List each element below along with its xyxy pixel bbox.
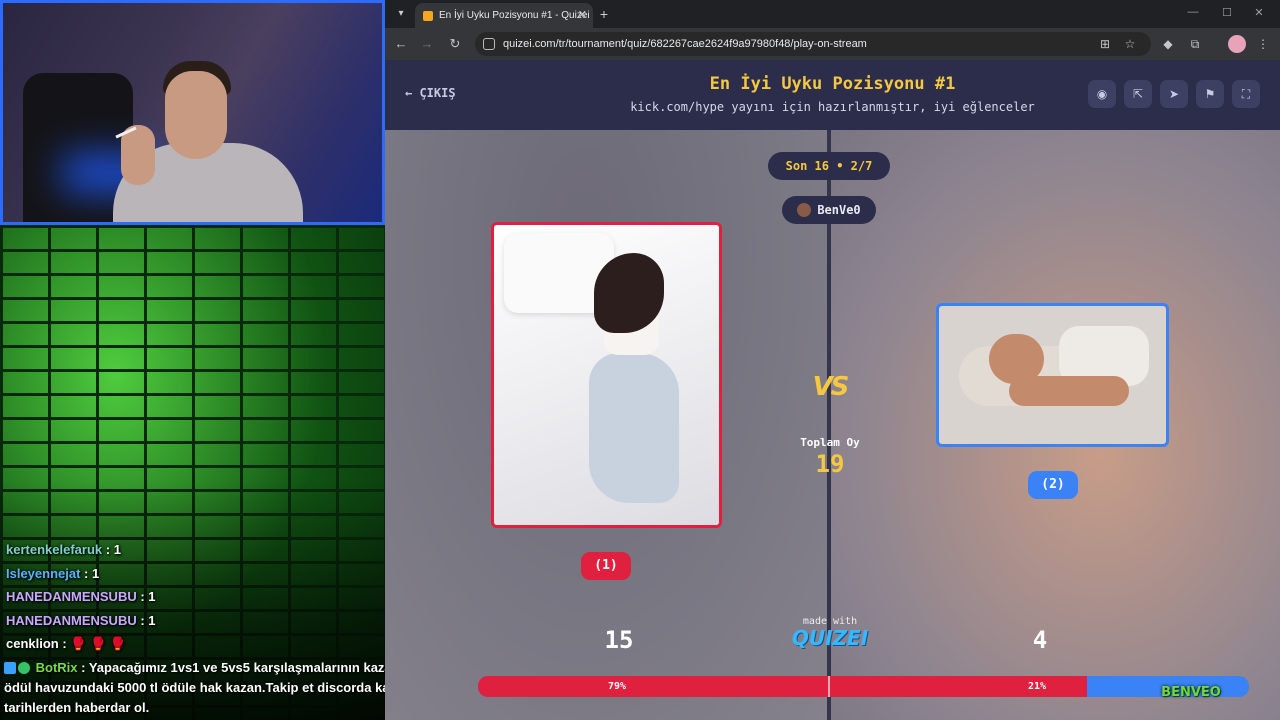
bot-badges bbox=[4, 658, 32, 678]
share-external-icon[interactable]: ⇱ bbox=[1124, 80, 1152, 108]
chat-username: HANEDANMENSUBU bbox=[6, 589, 137, 604]
quizei-logo: QUIZEI bbox=[791, 626, 869, 650]
option-2-percent: 21% bbox=[1028, 681, 1047, 692]
option-1-score: 15 bbox=[604, 626, 634, 654]
chat-username: Isleyennejat bbox=[6, 565, 81, 581]
chat-username: kertenkelefaruk bbox=[6, 542, 103, 557]
chat-username: HANEDANMENSUBU bbox=[6, 612, 137, 628]
new-tab-icon[interactable]: + bbox=[597, 4, 611, 24]
flag-icon[interactable]: ⚑ bbox=[1196, 80, 1224, 108]
browser-window: ▾ En İyi Uyku Pozisyonu #1 - Quizei ✕ + … bbox=[385, 0, 1280, 720]
user-avatar bbox=[797, 203, 812, 217]
total-votes-label: Toplam Oy bbox=[800, 436, 860, 449]
option-1-progress-fill bbox=[478, 676, 1088, 697]
url-text: quizei.com/tr/tournament/quiz/682267cae2… bbox=[503, 38, 867, 50]
vote-progress-bar: 79% 21% bbox=[478, 676, 1249, 697]
close-window-icon[interactable]: ✕ bbox=[1251, 6, 1267, 19]
quiz-page: ← ÇIKIŞ En İyi Uyku Pozisyonu #1 kick.co… bbox=[385, 60, 1280, 720]
progress-midpoint bbox=[828, 676, 830, 697]
fullscreen-icon[interactable]: ⛶ bbox=[1232, 80, 1260, 108]
chat-text: 1 bbox=[113, 542, 121, 557]
option-2-button[interactable]: (2) bbox=[1028, 471, 1078, 499]
eye-icon[interactable]: ◉ bbox=[1088, 80, 1116, 108]
vs-lightning-icon: VS bbox=[812, 372, 850, 402]
extension-diamond-icon[interactable]: ◆ bbox=[1160, 36, 1176, 52]
option-1-percent: 79% bbox=[608, 681, 627, 692]
quiz-header: ← ÇIKIŞ En İyi Uyku Pozisyonu #1 kick.co… bbox=[385, 60, 1280, 130]
tab-bar: ▾ En İyi Uyku Pozisyonu #1 - Quizei ✕ + … bbox=[385, 0, 1280, 28]
chat-separator: : bbox=[136, 612, 149, 628]
chat-separator: : bbox=[80, 565, 92, 581]
minimize-icon[interactable]: — bbox=[1185, 6, 1201, 18]
chat-separator: : bbox=[102, 542, 114, 557]
stream-logo: BENVEO bbox=[1161, 685, 1221, 700]
tab-title: En İyi Uyku Pozisyonu #1 - Quizei bbox=[439, 10, 590, 21]
bookmark-star-icon[interactable]: ☆ bbox=[1122, 36, 1138, 52]
sleeper-head bbox=[989, 334, 1044, 384]
verified-icon bbox=[18, 662, 30, 674]
translate-icon[interactable]: ⊞ bbox=[1097, 36, 1113, 52]
chat-text: 1 bbox=[92, 565, 100, 581]
send-icon[interactable]: ➤ bbox=[1160, 80, 1188, 108]
extensions-puzzle-icon[interactable]: ⧉ bbox=[1187, 36, 1203, 52]
chat-username: cenklion bbox=[6, 636, 59, 651]
total-votes-value: 19 bbox=[815, 450, 845, 478]
sleeper-legs bbox=[589, 353, 679, 503]
chat-separator: : bbox=[58, 636, 71, 651]
browser-tab[interactable]: En İyi Uyku Pozisyonu #1 - Quizei ✕ bbox=[415, 3, 593, 28]
tab-close-icon[interactable]: ✕ bbox=[578, 3, 587, 28]
bot-username: BotRix bbox=[35, 660, 78, 675]
streamer-head bbox=[165, 71, 227, 159]
option-2-score: 4 bbox=[1032, 626, 1048, 654]
browser-toolbar: ← → ↻ quizei.com/tr/tournament/quiz/6822… bbox=[385, 28, 1280, 60]
webcam-feed bbox=[0, 0, 385, 225]
maximize-icon[interactable]: ☐ bbox=[1219, 6, 1235, 19]
option-1-button[interactable]: (1) bbox=[581, 552, 631, 580]
user-badge: BenVe0 bbox=[782, 196, 876, 224]
address-bar[interactable]: quizei.com/tr/tournament/quiz/682267cae2… bbox=[475, 32, 1151, 56]
reload-icon[interactable]: ↻ bbox=[447, 36, 463, 52]
tab-search-icon[interactable]: ▾ bbox=[391, 4, 411, 24]
forward-icon[interactable]: → bbox=[419, 36, 435, 52]
option-2-card[interactable] bbox=[936, 303, 1169, 447]
chat-text: 1 bbox=[148, 612, 156, 628]
chat-text: 1 bbox=[148, 589, 156, 604]
chat-separator: : bbox=[136, 589, 149, 604]
bot-badge-icon bbox=[4, 662, 16, 674]
menu-kebab-icon[interactable]: ⋮ bbox=[1255, 36, 1271, 52]
round-badge: Son 16 • 2/7 bbox=[768, 152, 890, 180]
profile-avatar[interactable] bbox=[1228, 35, 1246, 53]
option-1-card[interactable] bbox=[491, 222, 722, 528]
back-icon[interactable]: ← bbox=[393, 36, 409, 52]
chat-emotes: 🥊 🥊 🥊 bbox=[70, 636, 127, 651]
username: BenVe0 bbox=[817, 203, 861, 217]
favicon-icon bbox=[423, 11, 433, 21]
site-info-icon[interactable] bbox=[483, 38, 495, 50]
